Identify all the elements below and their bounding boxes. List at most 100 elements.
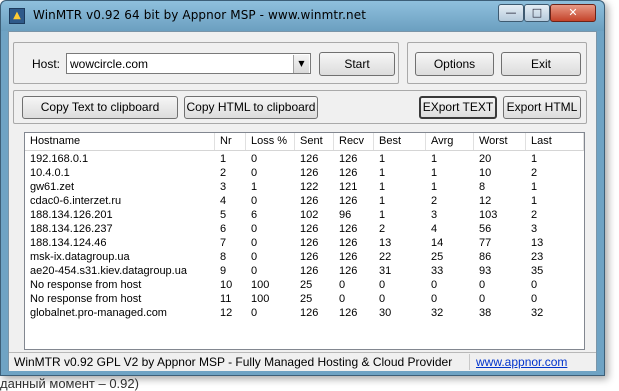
export-html-button[interactable]: Export HTML	[503, 96, 581, 119]
cell-best: 1	[379, 195, 386, 207]
cell-best: 31	[379, 265, 392, 277]
cell-loss: 0	[251, 153, 258, 165]
cell-nr: 11	[220, 293, 232, 305]
table-row[interactable]: 192.168.0.1 1 0 126 126 1 1 20 1	[25, 152, 584, 166]
options-group: Options Exit	[407, 42, 587, 84]
cell-hostname: 10.4.0.1	[30, 167, 70, 179]
cell-sent: 25	[300, 279, 313, 291]
table-row[interactable]: No response from host 10 100 25 0 0 0 0 0	[25, 278, 584, 292]
cell-best: 2	[379, 223, 386, 235]
options-button[interactable]: Options	[415, 52, 494, 76]
table-row[interactable]: msk-ix.datagroup.ua 8 0 126 126 22 25 86 23	[25, 250, 584, 264]
cell-sent: 126	[300, 153, 319, 165]
cell-loss: 0	[251, 223, 258, 235]
appnor-link[interactable]: www.appnor.com	[476, 355, 567, 369]
cell-sent: 126	[300, 195, 319, 207]
table-row[interactable]: globalnet.pro-managed.com 12 0 126 126 30 32 38…	[25, 306, 584, 320]
cell-nr: 7	[220, 237, 227, 249]
cell-avrg: 32	[431, 307, 444, 319]
cell-worst: 20	[479, 153, 492, 165]
table-row[interactable]: gw61.zet 3 1 122 121 1 1 8 1	[25, 180, 584, 194]
cell-avrg: 0	[431, 293, 438, 305]
client-area: Host: wowcircle.com ▼ Start Options Exit…	[8, 31, 597, 371]
host-input[interactable]: wowcircle.com	[70, 57, 148, 71]
cell-best: 1	[379, 167, 386, 179]
column-header-avrg[interactable]: Avrg	[426, 133, 474, 150]
table-row[interactable]: 10.4.0.1 2 0 126 126 1 1 10 2	[25, 166, 584, 180]
table-row[interactable]: 188.134.124.46 7 0 126 126 13 14 77 13	[25, 236, 584, 250]
cell-avrg: 3	[431, 209, 438, 221]
cell-recv: 126	[339, 195, 358, 207]
cell-loss: 0	[251, 251, 258, 263]
cell-hostname: 188.134.126.237	[30, 223, 113, 235]
column-header-sent[interactable]: Sent	[295, 133, 334, 150]
copy-html-button[interactable]: Copy HTML to clipboard	[184, 96, 318, 119]
column-header-worst[interactable]: Worst	[474, 133, 526, 150]
cell-nr: 6	[220, 223, 227, 235]
column-header-last[interactable]: Last	[526, 133, 584, 150]
status-bar: WinMTR v0.92 GPL V2 by Appnor MSP - Full…	[9, 352, 596, 371]
cell-recv: 0	[339, 279, 346, 291]
column-header-best[interactable]: Best	[374, 133, 426, 150]
cell-last: 2	[531, 209, 538, 221]
column-header-hostname[interactable]: Hostname	[25, 133, 215, 150]
cell-best: 22	[379, 251, 392, 263]
cell-hostname: No response from host	[30, 279, 142, 291]
cell-loss: 0	[251, 195, 258, 207]
cell-loss: 0	[251, 307, 258, 319]
cell-nr: 4	[220, 195, 227, 207]
exit-button[interactable]: Exit	[501, 52, 581, 76]
table-row[interactable]: 188.134.126.237 6 0 126 126 2 4 56 3	[25, 222, 584, 236]
cell-best: 13	[379, 237, 392, 249]
cell-hostname: globalnet.pro-managed.com	[30, 307, 167, 319]
cell-worst: 38	[479, 307, 492, 319]
cell-recv: 126	[339, 223, 358, 235]
cell-worst: 93	[479, 265, 492, 277]
dropdown-arrow-icon[interactable]: ▼	[293, 55, 309, 73]
cell-nr: 9	[220, 265, 227, 277]
cell-loss: 100	[251, 293, 270, 305]
cell-nr: 1	[220, 153, 227, 165]
cell-avrg: 4	[431, 223, 438, 235]
cell-loss: 0	[251, 167, 258, 179]
column-header-recv[interactable]: Recv	[334, 133, 374, 150]
start-button[interactable]: Start	[319, 52, 395, 76]
cell-nr: 12	[220, 307, 233, 319]
cell-recv: 126	[339, 167, 358, 179]
table-row[interactable]: cdac0-6.interzet.ru 4 0 126 126 1 2 12 1	[25, 194, 584, 208]
cell-worst: 10	[479, 167, 492, 179]
cell-nr: 5	[220, 209, 227, 221]
cell-loss: 1	[251, 181, 258, 193]
cell-sent: 126	[300, 265, 319, 277]
cell-worst: 86	[479, 251, 492, 263]
results-table[interactable]: Hostname Nr Loss % Sent Recv Best Avrg Worst Las…	[24, 132, 585, 350]
host-label: Host:	[32, 57, 61, 71]
column-header-nr[interactable]: Nr	[215, 133, 246, 150]
cell-worst: 56	[479, 223, 492, 235]
cell-hostname: msk-ix.datagroup.ua	[30, 251, 130, 263]
cell-sent: 126	[300, 307, 319, 319]
export-group: Copy Text to clipboard Copy HTML to clip…	[13, 90, 587, 124]
cell-recv: 96	[339, 209, 352, 221]
close-icon[interactable]: ✕	[550, 4, 596, 22]
column-header-loss[interactable]: Loss %	[246, 133, 295, 150]
cell-nr: 2	[220, 167, 227, 179]
minimize-icon[interactable]: —	[498, 4, 524, 22]
table-row[interactable]: 188.134.126.201 5 6 102 96 1 3 103 2	[25, 208, 584, 222]
export-text-button[interactable]: EXport TEXT	[419, 96, 497, 119]
cell-avrg: 14	[431, 237, 444, 249]
table-row[interactable]: ae20-454.s31.kiev.datagroup.ua 9 0 126 126 31…	[25, 264, 584, 278]
app-icon: ▲	[9, 8, 25, 24]
cell-recv: 126	[339, 307, 358, 319]
title-bar[interactable]: ▲ WinMTR v0.92 64 bit by Appnor MSP - ww…	[1, 1, 604, 31]
host-combo[interactable]: wowcircle.com ▼	[66, 53, 311, 74]
cell-recv: 121	[339, 181, 358, 193]
table-row[interactable]: No response from host 11 100 25 0 0 0 0 0	[25, 292, 584, 306]
copy-text-button[interactable]: Copy Text to clipboard	[22, 96, 178, 119]
maximize-icon[interactable]: □	[524, 4, 550, 22]
cell-hostname: gw61.zet	[30, 181, 75, 193]
cell-hostname: No response from host	[30, 293, 142, 305]
cell-worst: 8	[479, 181, 486, 193]
cell-nr: 10	[220, 279, 233, 291]
cell-hostname: 188.134.124.46	[30, 237, 107, 249]
